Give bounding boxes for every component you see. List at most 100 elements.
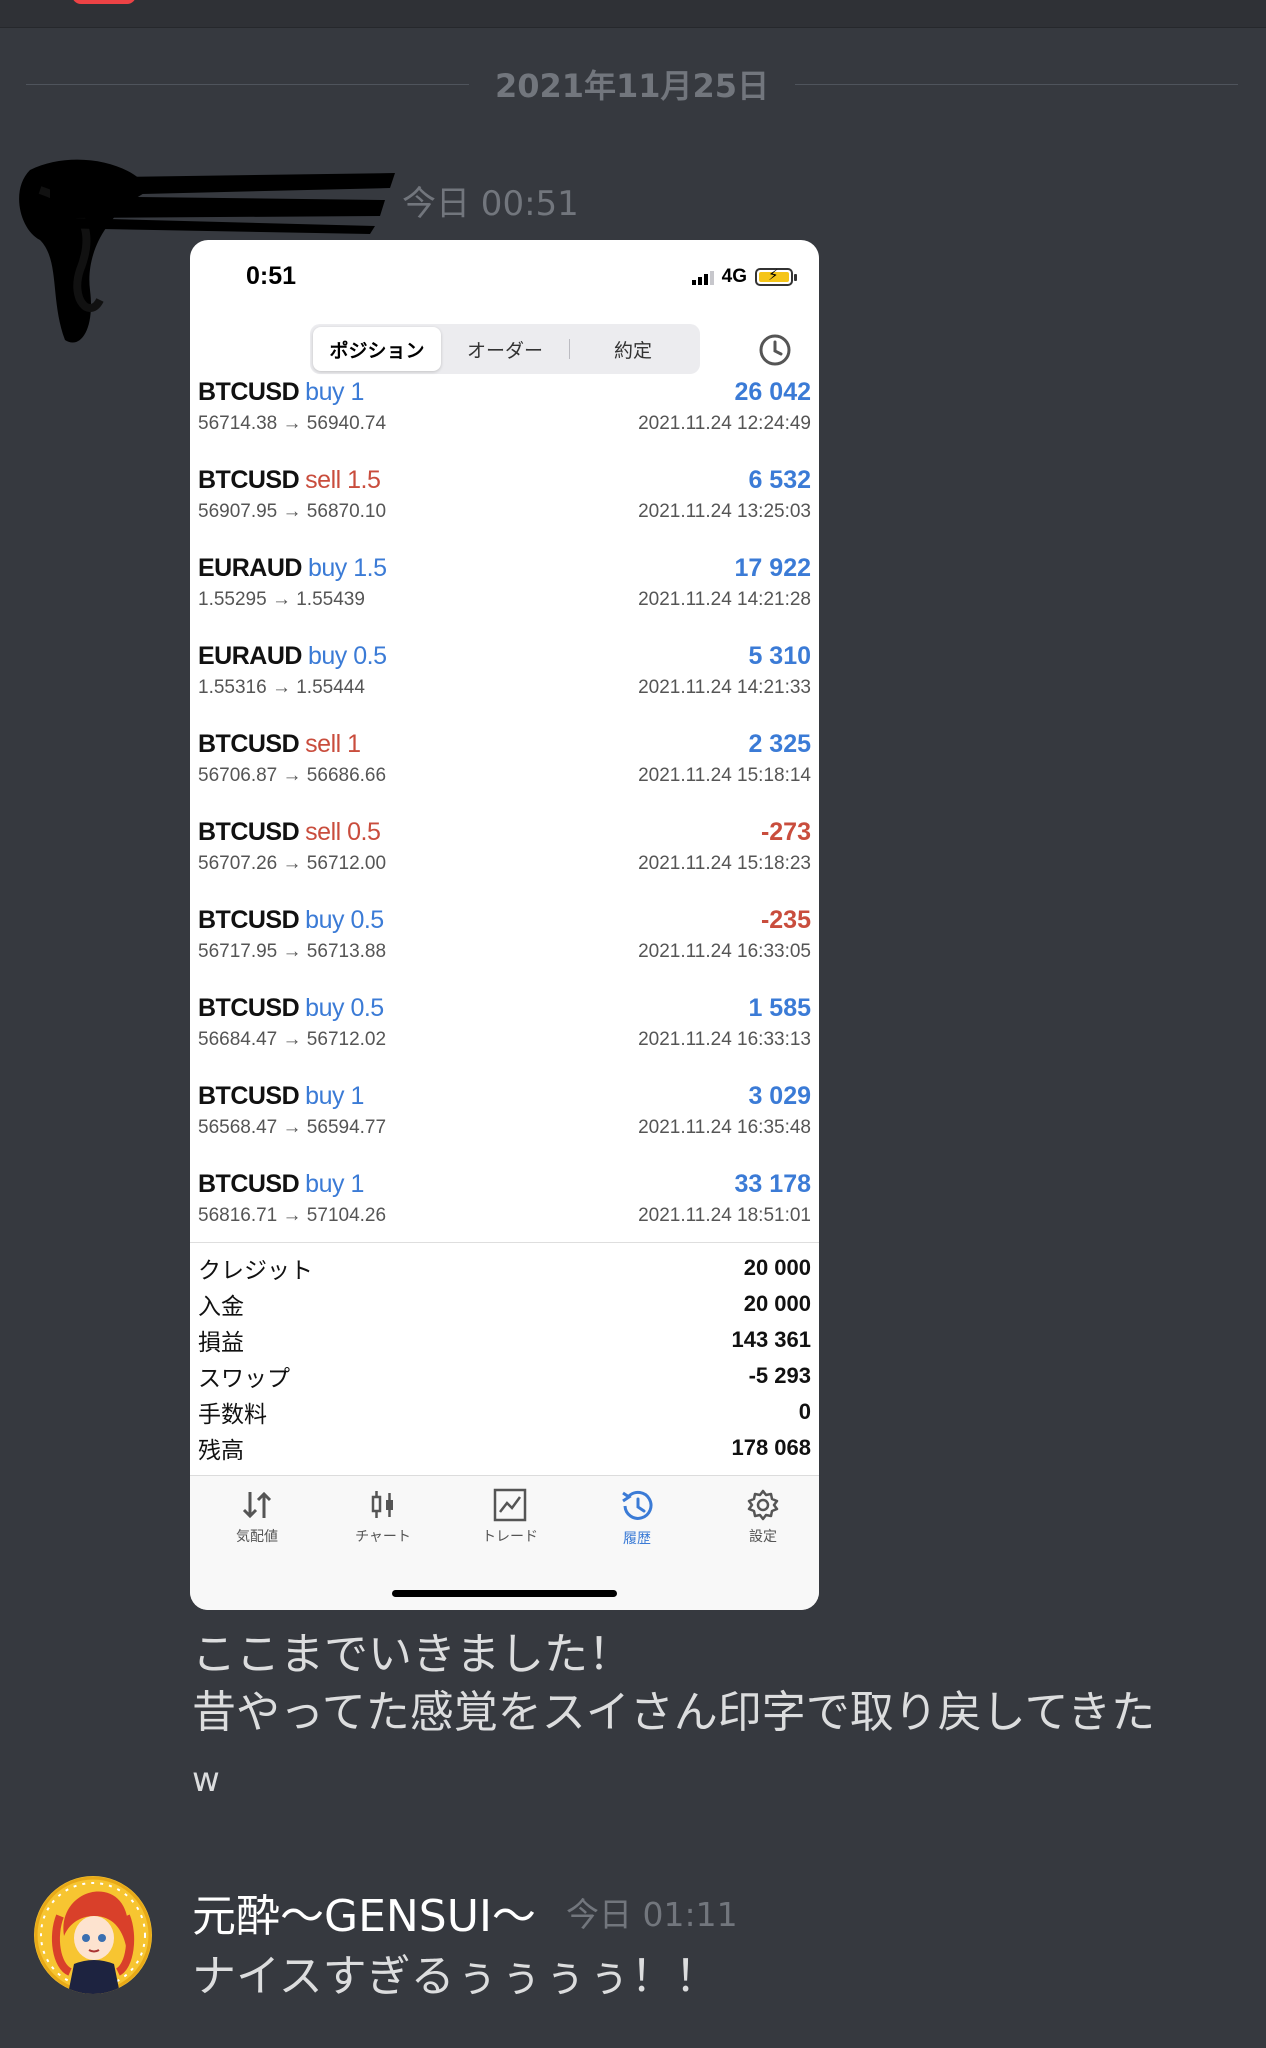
message-timestamp: 今日 00:51 <box>402 184 579 224</box>
symbol-text: BTCUSD <box>198 380 300 406</box>
deal-prices: 1.55316 → 1.55444 <box>198 677 365 698</box>
deal-prices: 56907.95 → 56870.10 <box>198 501 387 522</box>
deal-list: BTCUSD buy 1 56714.38 → 56940.74 26 042 2021… <box>190 380 819 1240</box>
symbol-text: BTCUSD <box>198 1082 300 1110</box>
deal-symbol: BTCUSD sell 0.5 <box>198 818 381 847</box>
deal-prices: 1.55295 → 1.55439 <box>198 589 365 610</box>
segment-deals[interactable]: 約定 <box>569 327 697 371</box>
tab-label: 履歴 <box>623 1530 651 1546</box>
summary-row: 損益 143 361 <box>190 1322 819 1358</box>
summary-row: 手数料 0 <box>190 1394 819 1430</box>
deal-profit: 1 585 <box>748 994 811 1022</box>
deal-time: 2021.11.24 14:21:33 <box>638 677 811 698</box>
deal-symbol: BTCUSD buy 0.5 <box>198 994 384 1023</box>
summary-row: クレジット 20 000 <box>190 1250 819 1286</box>
message-text-line: w <box>192 1760 220 1800</box>
segment-orders[interactable]: オーダー <box>441 327 569 371</box>
deal-side: buy 1 <box>305 1170 364 1198</box>
deal-row[interactable]: BTCUSD buy 1 56568.47 → 56594.77 3 029 2021.… <box>190 1062 819 1150</box>
redacted-username[interactable] <box>50 168 395 234</box>
quotes-arrows-icon <box>242 1491 272 1519</box>
message-timestamp: 今日 01:11 <box>566 1895 738 1934</box>
symbol-text: BTCUSD <box>198 730 300 758</box>
deal-side: sell 1.5 <box>305 466 381 494</box>
deal-symbol: BTCUSD sell 1 <box>198 730 361 759</box>
top-bar <box>0 0 1266 28</box>
deal-row[interactable]: BTCUSD sell 1.5 56907.95 → 56870.10 6 532 20… <box>190 446 819 534</box>
deal-time: 2021.11.24 14:21:28 <box>638 589 811 610</box>
deal-side: buy 0.5 <box>308 642 387 670</box>
segmented-control: ポジション オーダー 約定 <box>310 324 700 374</box>
deal-symbol: BTCUSD buy 1 <box>198 1170 364 1199</box>
volume-text: 1.5 <box>347 466 381 494</box>
clock-icon[interactable] <box>758 333 792 367</box>
deal-row[interactable]: BTCUSD sell 1 56706.87 → 56686.66 2 325 2021… <box>190 710 819 798</box>
summary-value: 178 068 <box>731 1435 811 1460</box>
deal-side: sell 0.5 <box>305 818 381 846</box>
tab-label: チャート <box>355 1528 411 1544</box>
deal-row[interactable]: BTCUSD sell 0.5 56707.26 → 56712.00 -273 202… <box>190 798 819 886</box>
deal-prices: 56684.47 → 56712.02 <box>198 1029 387 1050</box>
message-text-line: 昔やってた感覚をスイさん印字で取り戻してきた <box>192 1687 1156 1738</box>
status-time: 0:51 <box>246 262 297 290</box>
deal-profit: 17 922 <box>734 554 811 582</box>
deal-time: 2021.11.24 18:51:01 <box>638 1205 811 1226</box>
tab-trade[interactable]: トレード <box>465 1488 555 1546</box>
deal-profit: 33 178 <box>734 1170 811 1198</box>
divider-line <box>795 83 1239 85</box>
deal-row[interactable]: BTCUSD buy 1 56714.38 → 56940.74 26 042 2021… <box>190 380 819 446</box>
author-name[interactable]: 元酔〜GENSUI〜 <box>192 1880 536 1944</box>
deal-row[interactable]: EURAUD buy 0.5 1.55316 → 1.55444 5 310 2021.… <box>190 622 819 710</box>
candlestick-chart-icon <box>371 1491 393 1518</box>
tab-quotes[interactable]: 気配値 <box>212 1488 302 1546</box>
symbol-text: BTCUSD <box>198 466 300 494</box>
volume-text: 0.5 <box>350 994 384 1022</box>
side-text: buy <box>305 994 344 1022</box>
avatar-illustration <box>34 1876 152 1994</box>
tab-label: トレード <box>482 1528 538 1544</box>
deal-side: buy 0.5 <box>305 906 384 934</box>
avatar[interactable] <box>34 1876 152 1994</box>
attached-screenshot[interactable]: 0:51 4G ⚡ ポジション オーダー 約定 BTCUSD buy 1 56714… <box>190 240 819 1610</box>
tab-label: 設定 <box>749 1528 777 1544</box>
deal-time: 2021.11.24 12:24:49 <box>638 413 811 434</box>
deal-prices: 56714.38 → 56940.74 <box>198 413 387 434</box>
deal-symbol: EURAUD buy 0.5 <box>198 642 387 671</box>
deal-side: buy 1 <box>305 1082 364 1110</box>
deal-time: 2021.11.24 16:35:48 <box>638 1117 811 1138</box>
deal-profit: 6 532 <box>748 466 811 494</box>
notification-badge[interactable] <box>72 0 136 4</box>
volume-text: 0.5 <box>347 818 381 846</box>
volume-text: 1 <box>350 380 364 406</box>
deal-symbol: BTCUSD buy 1 <box>198 380 364 407</box>
deal-row[interactable]: BTCUSD buy 0.5 56684.47 → 56712.02 1 585 202… <box>190 974 819 1062</box>
segment-positions[interactable]: ポジション <box>313 327 441 371</box>
network-label: 4G <box>721 266 747 287</box>
message-text-line: ここまでいきました！ <box>192 1629 632 1680</box>
deal-profit: 26 042 <box>734 380 811 406</box>
tab-settings[interactable]: 設定 <box>718 1488 808 1546</box>
summary-value: 20 000 <box>743 1255 811 1280</box>
deal-time: 2021.11.24 15:18:23 <box>638 853 811 874</box>
summary-label: 残高 <box>198 1437 244 1463</box>
deal-prices: 56816.71 → 57104.26 <box>198 1205 387 1226</box>
deal-time: 2021.11.24 13:25:03 <box>638 501 811 522</box>
deal-symbol: BTCUSD buy 1 <box>198 1082 364 1111</box>
summary-row: 入金 20 000 <box>190 1286 819 1322</box>
summary-value: 20 000 <box>743 1291 811 1316</box>
side-text: buy <box>305 380 344 406</box>
tab-history[interactable]: 履歴 <box>592 1488 682 1548</box>
symbol-text: BTCUSD <box>198 906 300 934</box>
summary-label: 損益 <box>198 1329 244 1355</box>
deal-row[interactable]: BTCUSD buy 0.5 56717.95 → 56713.88 -235 2021… <box>190 886 819 974</box>
side-text: buy <box>305 1082 344 1110</box>
symbol-text: EURAUD <box>198 642 302 670</box>
deal-symbol: BTCUSD sell 1.5 <box>198 466 381 495</box>
tab-chart[interactable]: チャート <box>338 1488 428 1546</box>
symbol-text: BTCUSD <box>198 994 300 1022</box>
deal-row[interactable]: EURAUD buy 1.5 1.55295 → 1.55439 17 922 2021… <box>190 534 819 622</box>
volume-text: 0.5 <box>350 906 384 934</box>
side-text: buy <box>307 554 347 582</box>
deal-side: buy 0.5 <box>305 994 384 1022</box>
deal-row[interactable]: BTCUSD buy 1 56816.71 → 57104.26 33 178 2021… <box>190 1150 819 1238</box>
